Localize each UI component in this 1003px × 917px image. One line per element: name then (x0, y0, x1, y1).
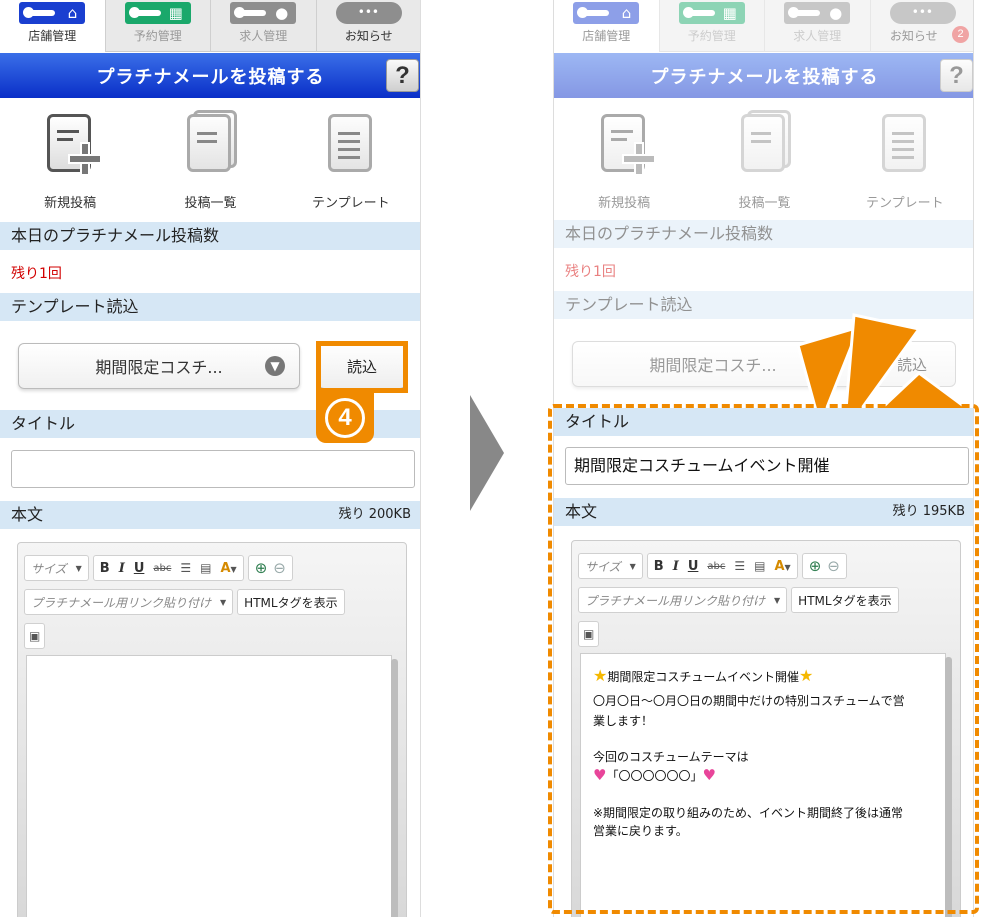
step-badge: 4 (316, 393, 374, 443)
strikethrough-button[interactable]: abc (153, 563, 171, 574)
body-label: 本文 (11, 505, 44, 524)
post-list-button[interactable]: 投稿一覧 (709, 100, 819, 220)
post-list-icon (183, 110, 238, 178)
tab-store-management[interactable]: ⌂ 店舗管理 (0, 0, 106, 52)
template-icon (324, 110, 378, 178)
insert-image-icon[interactable]: ▣ (24, 623, 46, 649)
key-store-icon: ⌂ (573, 2, 640, 24)
step-number: 4 (325, 398, 365, 438)
font-color-button[interactable]: A▼ (220, 561, 236, 576)
notification-badge: 2 (952, 26, 969, 43)
arrow-right-icon (470, 395, 504, 511)
new-post-label: 新規投稿 (44, 196, 97, 211)
tab-label: 店舗管理 (582, 29, 631, 43)
post-count-header: 本日のプラチナメール投稿数 (554, 220, 973, 248)
template-load-header: テンプレート読込 (0, 293, 420, 321)
key-person-icon: ● (230, 2, 297, 24)
action-bar: 新規投稿 投稿一覧 テンプレート (554, 100, 973, 220)
highlight-box (316, 341, 408, 393)
template-icon (878, 110, 932, 178)
tab-job-management[interactable]: ● 求人管理 (211, 0, 317, 52)
insert-link-icon[interactable]: ⊕ (255, 559, 268, 577)
template-select-value: 期間限定コスチ... (649, 356, 777, 375)
remaining-posts: 残り1回 (11, 266, 62, 282)
tab-reservation-management[interactable]: ▦ 予約管理 (660, 0, 765, 52)
tab-bar: ⌂ 店舗管理 ▦ 予約管理 ● 求人管理 ••• お知らせ (0, 0, 421, 52)
new-post-icon (597, 110, 657, 178)
new-post-label: 新規投稿 (598, 196, 651, 211)
show-html-button[interactable]: HTMLタグを表示 (237, 589, 345, 615)
tab-bar: ⌂ 店舗管理 ▦ 予約管理 ● 求人管理 ••• お知らせ 2 (554, 0, 974, 52)
action-bar: 新規投稿 投稿一覧 テンプレート (0, 100, 420, 220)
new-post-button[interactable]: 新規投稿 (569, 100, 679, 220)
remaining-posts: 残り1回 (565, 264, 616, 280)
title-input[interactable] (11, 450, 415, 488)
body-content-area[interactable] (26, 655, 392, 917)
italic-button[interactable]: I (119, 561, 125, 576)
bold-button[interactable]: B (100, 561, 110, 576)
tab-job-management[interactable]: ● 求人管理 (765, 0, 871, 52)
tab-label: 予約管理 (687, 29, 736, 43)
page-header: プラチナメールを投稿する ? (0, 53, 420, 98)
template-button[interactable]: テンプレート (850, 100, 960, 220)
post-list-label: 投稿一覧 (738, 196, 791, 211)
template-label: テンプレート (866, 196, 944, 211)
template-label: テンプレート (312, 196, 390, 211)
page-title: プラチナメールを投稿する (650, 66, 879, 88)
horizontal-rule-icon[interactable]: ▤ (200, 561, 211, 575)
tab-label: 求人管理 (239, 29, 288, 43)
tab-label: お知らせ (889, 29, 938, 43)
tab-store-management[interactable]: ⌂ 店舗管理 (554, 0, 660, 52)
chevron-down-icon: ▼ (265, 356, 285, 376)
remove-link-icon[interactable]: ⊖ (273, 559, 286, 577)
rich-text-editor: サイズ ▼ B I U abc ☰ ▤ A▼ ⊕ ⊖ プラチナメール用リンク貼り付… (17, 542, 407, 917)
tab-reservation-management[interactable]: ▦ 予約管理 (106, 0, 211, 52)
key-store-icon: ⌂ (19, 2, 86, 24)
tab-notifications[interactable]: ••• お知らせ (317, 0, 421, 52)
tab-label: お知らせ (344, 29, 393, 43)
new-post-button[interactable]: 新規投稿 (15, 100, 125, 220)
speech-bubble-icon: ••• (335, 2, 402, 24)
post-list-button[interactable]: 投稿一覧 (155, 100, 265, 220)
align-center-icon[interactable]: ☰ (180, 561, 191, 575)
tab-notifications[interactable]: ••• お知らせ 2 (871, 0, 974, 52)
underline-button[interactable]: U (134, 561, 145, 576)
help-button[interactable]: ? (940, 59, 973, 92)
tab-label: 店舗管理 (28, 29, 77, 43)
template-select[interactable]: 期間限定コスチ... ▼ (18, 343, 300, 389)
new-post-icon (43, 110, 103, 178)
tab-label: 予約管理 (133, 29, 182, 43)
key-calendar-icon: ▦ (124, 2, 191, 24)
highlight-dashed-box (548, 404, 979, 914)
left-screen: ⌂ 店舗管理 ▦ 予約管理 ● 求人管理 ••• お知らせ プラチナメールを投稿… (0, 0, 421, 917)
remaining-size: 残り 200KB (338, 507, 411, 522)
key-calendar-icon: ▦ (678, 2, 745, 24)
key-person-icon: ● (784, 2, 851, 24)
tab-label: 求人管理 (793, 29, 842, 43)
template-button[interactable]: テンプレート (296, 100, 406, 220)
page-title: プラチナメールを投稿する (96, 66, 325, 88)
post-list-label: 投稿一覧 (184, 196, 237, 211)
scrollbar[interactable] (391, 659, 398, 917)
template-select-value: 期間限定コスチ... (95, 358, 223, 377)
post-list-icon (737, 110, 792, 178)
link-paste-select[interactable]: プラチナメール用リンク貼り付け ▼ (24, 589, 234, 615)
post-count-header: 本日のプラチナメール投稿数 (0, 222, 420, 250)
body-header: 本文 残り 200KB (0, 501, 420, 529)
font-size-select[interactable]: サイズ ▼ (24, 555, 89, 581)
page-header: プラチナメールを投稿する ? (554, 53, 973, 98)
speech-bubble-icon: ••• (889, 2, 956, 24)
help-button[interactable]: ? (386, 59, 419, 92)
